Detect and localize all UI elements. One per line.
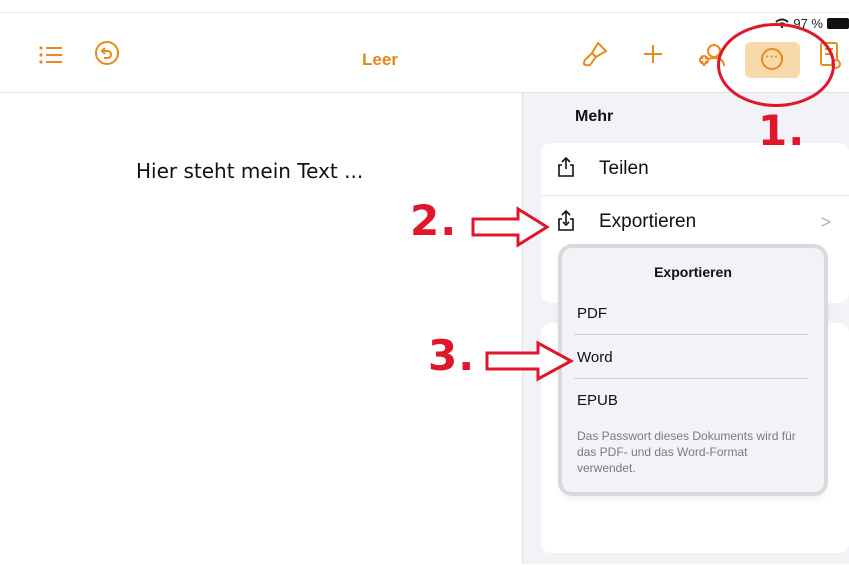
export-popup-title: Exportieren	[654, 264, 732, 280]
annotation-step-3: 3.	[428, 331, 476, 380]
divider	[574, 334, 808, 335]
annotation-circle	[717, 23, 835, 107]
export-option-pdf[interactable]: PDF	[577, 305, 607, 322]
undo-icon[interactable]	[90, 40, 124, 74]
annotation-arrow-3	[485, 340, 574, 382]
annotation-arrow-2	[471, 206, 550, 248]
export-popup: Exportieren PDF Word EPUB Das Passwort d…	[562, 248, 824, 492]
battery-icon	[827, 18, 849, 29]
list-icon[interactable]	[34, 40, 68, 74]
export-icon	[557, 209, 575, 237]
chevron-right-icon: >	[820, 212, 831, 232]
export-option-epub[interactable]: EPUB	[577, 392, 618, 409]
menu-item-label: Exportieren	[599, 211, 697, 232]
menu-item-export[interactable]: Exportieren >	[541, 196, 849, 247]
annotation-step-1: 1.	[758, 106, 806, 155]
paintbrush-icon[interactable]	[578, 40, 612, 74]
plus-icon[interactable]	[636, 40, 670, 74]
more-panel-title: Mehr	[575, 108, 614, 125]
export-password-note: Das Passwort dieses Dokuments wird für d…	[577, 429, 796, 475]
document-canvas[interactable]: Hier steht mein Text ...	[0, 93, 523, 564]
export-option-word[interactable]: Word	[577, 349, 613, 366]
share-icon	[557, 156, 575, 182]
divider	[574, 378, 808, 379]
document-title: Leer	[362, 50, 398, 69]
annotation-step-2: 2.	[410, 196, 458, 245]
document-body-text[interactable]: Hier steht mein Text ...	[136, 159, 363, 183]
menu-item-label: Teilen	[599, 158, 649, 179]
